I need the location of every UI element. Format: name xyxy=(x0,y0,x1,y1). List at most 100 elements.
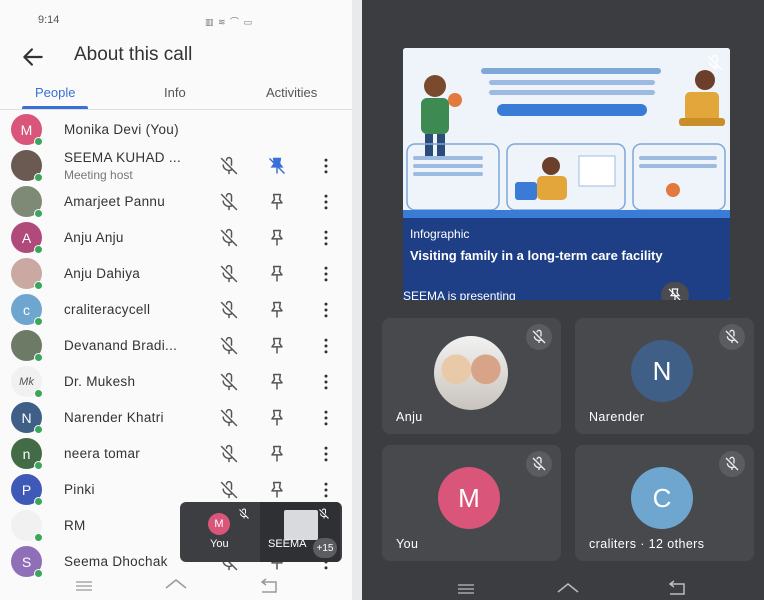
back-nav-icon xyxy=(668,580,685,595)
online-status-dot xyxy=(34,461,43,470)
pin-icon[interactable] xyxy=(267,480,287,500)
participant-name: craliteracycell xyxy=(64,302,151,317)
pin-icon[interactable] xyxy=(267,192,287,212)
avatar xyxy=(11,186,43,218)
more-options-icon[interactable] xyxy=(316,408,336,428)
tab-people[interactable]: People xyxy=(35,85,75,100)
more-options-icon[interactable] xyxy=(316,192,336,212)
participant-name: SEEMA KUHAD ... xyxy=(64,150,182,165)
tile-name: Narender xyxy=(589,410,645,424)
mic-off-icon[interactable] xyxy=(219,156,239,176)
status-icons: ▥ ≋ ⌒ ▭ xyxy=(205,17,254,27)
mini-presenter-label: SEEMA xyxy=(268,538,307,550)
avatar: M xyxy=(208,513,230,535)
participant-tile[interactable]: Anju xyxy=(382,318,561,434)
mic-off-icon xyxy=(239,508,249,519)
avatar xyxy=(11,150,43,182)
participant-row[interactable]: Amarjeet Pannu xyxy=(0,184,352,220)
participant-name: Monika Devi (You) xyxy=(64,122,179,137)
avatar xyxy=(11,258,43,290)
pin-icon[interactable] xyxy=(267,264,287,284)
infographic-image xyxy=(403,48,730,218)
mic-off-icon[interactable] xyxy=(219,408,239,428)
mic-off-icon[interactable] xyxy=(219,336,239,356)
avatar: N xyxy=(631,340,693,402)
avatar: M xyxy=(11,114,43,146)
mini-call-preview[interactable]: M You SEEMA +15 xyxy=(180,502,342,562)
online-status-dot xyxy=(34,497,43,506)
online-status-dot xyxy=(34,245,43,254)
participant-tile[interactable]: Ccraliters · 12 others xyxy=(575,445,754,561)
mic-off-icon xyxy=(719,451,745,477)
participant-tile[interactable]: N Narender xyxy=(575,318,754,434)
participant-tile[interactable]: M You xyxy=(382,445,561,561)
mic-off-icon[interactable] xyxy=(219,228,239,248)
more-options-icon[interactable] xyxy=(316,444,336,464)
avatar-letter: A xyxy=(21,229,32,246)
avatar-letter: N xyxy=(21,409,32,426)
online-status-dot xyxy=(34,425,43,434)
mini-tile-you: M You xyxy=(180,502,260,562)
online-status-dot xyxy=(34,353,43,362)
menu-nav-icon xyxy=(76,581,92,591)
more-options-icon[interactable] xyxy=(316,336,336,356)
more-options-icon[interactable] xyxy=(316,156,336,176)
mic-off-icon[interactable] xyxy=(219,300,239,320)
mic-off-icon[interactable] xyxy=(219,264,239,284)
avatar-letter: n xyxy=(22,445,31,462)
pin-icon[interactable] xyxy=(267,372,287,392)
pin-icon[interactable] xyxy=(267,444,287,464)
avatar-letter: P xyxy=(21,481,32,498)
avatar xyxy=(434,336,508,410)
participant-row[interactable]: c craliteracycell xyxy=(0,292,352,328)
more-options-icon[interactable] xyxy=(316,228,336,248)
avatar xyxy=(11,510,43,542)
mic-off-icon[interactable] xyxy=(219,480,239,500)
pin-icon[interactable] xyxy=(267,408,287,428)
unpin-button[interactable] xyxy=(661,282,689,300)
participant-row[interactable]: M Monika Devi (You) xyxy=(0,112,352,148)
participant-role: Meeting host xyxy=(64,168,133,182)
participant-name: Anju Dahiya xyxy=(64,266,141,281)
participant-row[interactable]: Anju Dahiya xyxy=(0,256,352,292)
menu-nav-icon xyxy=(458,584,474,594)
home-nav-icon xyxy=(557,583,579,593)
participant-row[interactable]: SEEMA KUHAD ... Meeting host xyxy=(0,148,352,184)
online-status-dot xyxy=(34,389,43,398)
participant-row[interactable]: A Anju Anju xyxy=(0,220,352,256)
participant-name: Anju Anju xyxy=(64,230,124,245)
more-options-icon[interactable] xyxy=(316,300,336,320)
online-status-dot xyxy=(34,173,43,182)
mic-off-icon[interactable] xyxy=(219,444,239,464)
participant-row[interactable]: Mk Dr. Mukesh xyxy=(0,364,352,400)
more-options-icon[interactable] xyxy=(316,264,336,284)
pin-off-icon xyxy=(668,288,681,300)
online-status-dot xyxy=(34,209,43,218)
more-options-icon[interactable] xyxy=(316,372,336,392)
more-options-icon[interactable] xyxy=(316,480,336,500)
participant-name: RM xyxy=(64,518,86,533)
participant-name: Devanand Bradi... xyxy=(64,338,178,353)
page-title: About this call xyxy=(74,44,193,65)
home-nav-icon xyxy=(165,579,187,589)
avatar: N xyxy=(11,402,43,434)
participant-row[interactable]: n neera tomar xyxy=(0,436,352,472)
participant-row[interactable]: N Narender Khatri xyxy=(0,400,352,436)
tile-name: You xyxy=(396,537,419,551)
pin-icon[interactable] xyxy=(267,300,287,320)
tab-info[interactable]: Info xyxy=(164,85,186,100)
back-arrow-icon[interactable] xyxy=(20,44,46,70)
unpin-icon[interactable] xyxy=(267,156,287,176)
pin-icon[interactable] xyxy=(267,336,287,356)
avatar-letter: M xyxy=(20,121,33,138)
participant-name: Amarjeet Pannu xyxy=(64,194,166,209)
presentation-tile[interactable]: Infographic Visiting family in a long-te… xyxy=(403,48,730,300)
mic-off-icon[interactable] xyxy=(219,372,239,392)
online-status-dot xyxy=(34,533,43,542)
avatar xyxy=(11,330,43,362)
mic-off-icon xyxy=(526,451,552,477)
participant-row[interactable]: Devanand Bradi... xyxy=(0,328,352,364)
tab-activities[interactable]: Activities xyxy=(266,85,317,100)
pin-icon[interactable] xyxy=(267,228,287,248)
mic-off-icon[interactable] xyxy=(219,192,239,212)
